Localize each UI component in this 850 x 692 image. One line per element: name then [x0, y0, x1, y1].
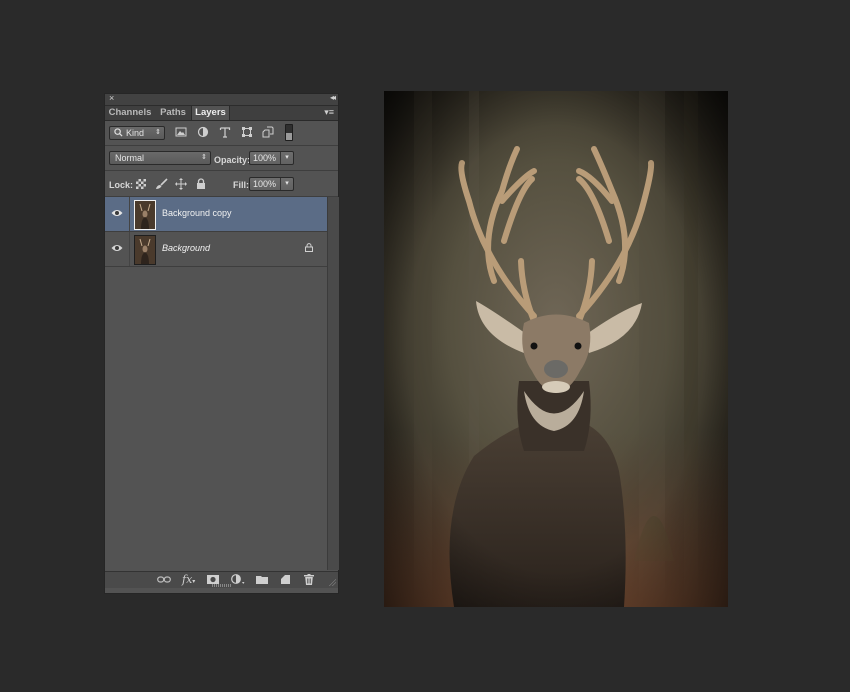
panel-titlebar[interactable]: × ◂◂: [105, 93, 338, 106]
layer-row-background-copy[interactable]: Background copy: [105, 197, 327, 232]
add-mask-icon[interactable]: [207, 575, 219, 584]
layer-separator: [129, 197, 130, 231]
panel-tabs: Channels Paths Layers ▾≡: [105, 106, 338, 121]
new-group-folder-icon[interactable]: [256, 575, 268, 584]
filter-toggle-switch[interactable]: [285, 124, 293, 141]
layer-style-fx-icon[interactable]: fx▾: [182, 573, 195, 589]
visibility-eye-icon[interactable]: [111, 243, 123, 253]
tab-channels[interactable]: Channels: [105, 106, 155, 120]
smart-object-filter-icon[interactable]: [261, 126, 275, 138]
lock-transparent-pixels-icon[interactable]: [136, 179, 146, 189]
delete-layer-trash-icon[interactable]: [304, 574, 314, 585]
blend-mode-select[interactable]: Normal ⇕: [109, 151, 211, 165]
lock-all-icon[interactable]: [196, 178, 206, 190]
fill-field[interactable]: 100% ▾: [249, 177, 294, 191]
close-icon[interactable]: ×: [109, 93, 114, 103]
filter-row: Kind ⇕: [105, 121, 338, 146]
layer-row-background[interactable]: Background: [105, 232, 327, 267]
blend-mode-value: Normal: [115, 153, 145, 163]
panel-bottom-toolbar: fx▾: [105, 571, 338, 588]
lock-label: Lock:: [109, 180, 134, 190]
panel-menu-icon[interactable]: ▾≡: [324, 107, 334, 118]
layers-list: Background copy Background: [105, 197, 327, 570]
type-filter-icon[interactable]: [218, 126, 232, 138]
lock-icon: [305, 243, 313, 252]
blend-row: Normal ⇕ Opacity: 100% ▾: [105, 146, 338, 171]
lock-position-icon[interactable]: [175, 178, 187, 190]
collapse-icon[interactable]: ◂◂: [330, 93, 336, 102]
new-adjustment-layer-icon[interactable]: [231, 574, 245, 585]
search-icon: [114, 128, 123, 137]
layers-scrollbar[interactable]: [327, 197, 339, 570]
layer-thumbnail[interactable]: [134, 200, 156, 230]
opacity-value: 100%: [253, 153, 277, 163]
opacity-field[interactable]: 100% ▾: [249, 151, 294, 165]
stag-photo: [384, 91, 728, 607]
layer-thumbnail[interactable]: [134, 235, 156, 265]
resize-corner-icon[interactable]: [328, 578, 336, 586]
document-canvas-photo[interactable]: [384, 91, 728, 607]
fill-value: 100%: [253, 179, 277, 189]
panel-resize-grip[interactable]: [212, 584, 232, 587]
opacity-label: Opacity:: [214, 155, 251, 165]
filter-kind-label: Kind: [126, 128, 145, 138]
tab-paths[interactable]: Paths: [156, 106, 190, 120]
lock-image-pixels-icon[interactable]: [155, 178, 168, 190]
opacity-dropdown-icon[interactable]: ▾: [280, 152, 293, 164]
updown-arrow-icon: ⇕: [201, 154, 207, 161]
visibility-eye-icon[interactable]: [111, 208, 123, 218]
layer-name[interactable]: Background copy: [162, 208, 232, 218]
pixel-layer-filter-icon[interactable]: [174, 126, 188, 138]
layers-panel: × ◂◂ Channels Paths Layers ▾≡ Kind ⇕ Nor…: [104, 93, 339, 594]
fill-label: Fill:: [233, 180, 249, 190]
tab-layers[interactable]: Layers: [191, 106, 230, 120]
shape-filter-icon[interactable]: [240, 126, 254, 138]
layer-separator: [129, 232, 130, 266]
new-layer-icon[interactable]: [280, 574, 291, 585]
filter-kind-select[interactable]: Kind ⇕: [109, 126, 165, 140]
layer-name[interactable]: Background: [162, 243, 210, 253]
link-layers-icon[interactable]: [157, 575, 171, 584]
fill-dropdown-icon[interactable]: ▾: [280, 178, 293, 190]
updown-arrow-icon: ⇕: [155, 129, 161, 136]
lock-row: Lock: Fill: 100% ▾: [105, 171, 338, 197]
adjustment-filter-icon[interactable]: [196, 126, 210, 138]
